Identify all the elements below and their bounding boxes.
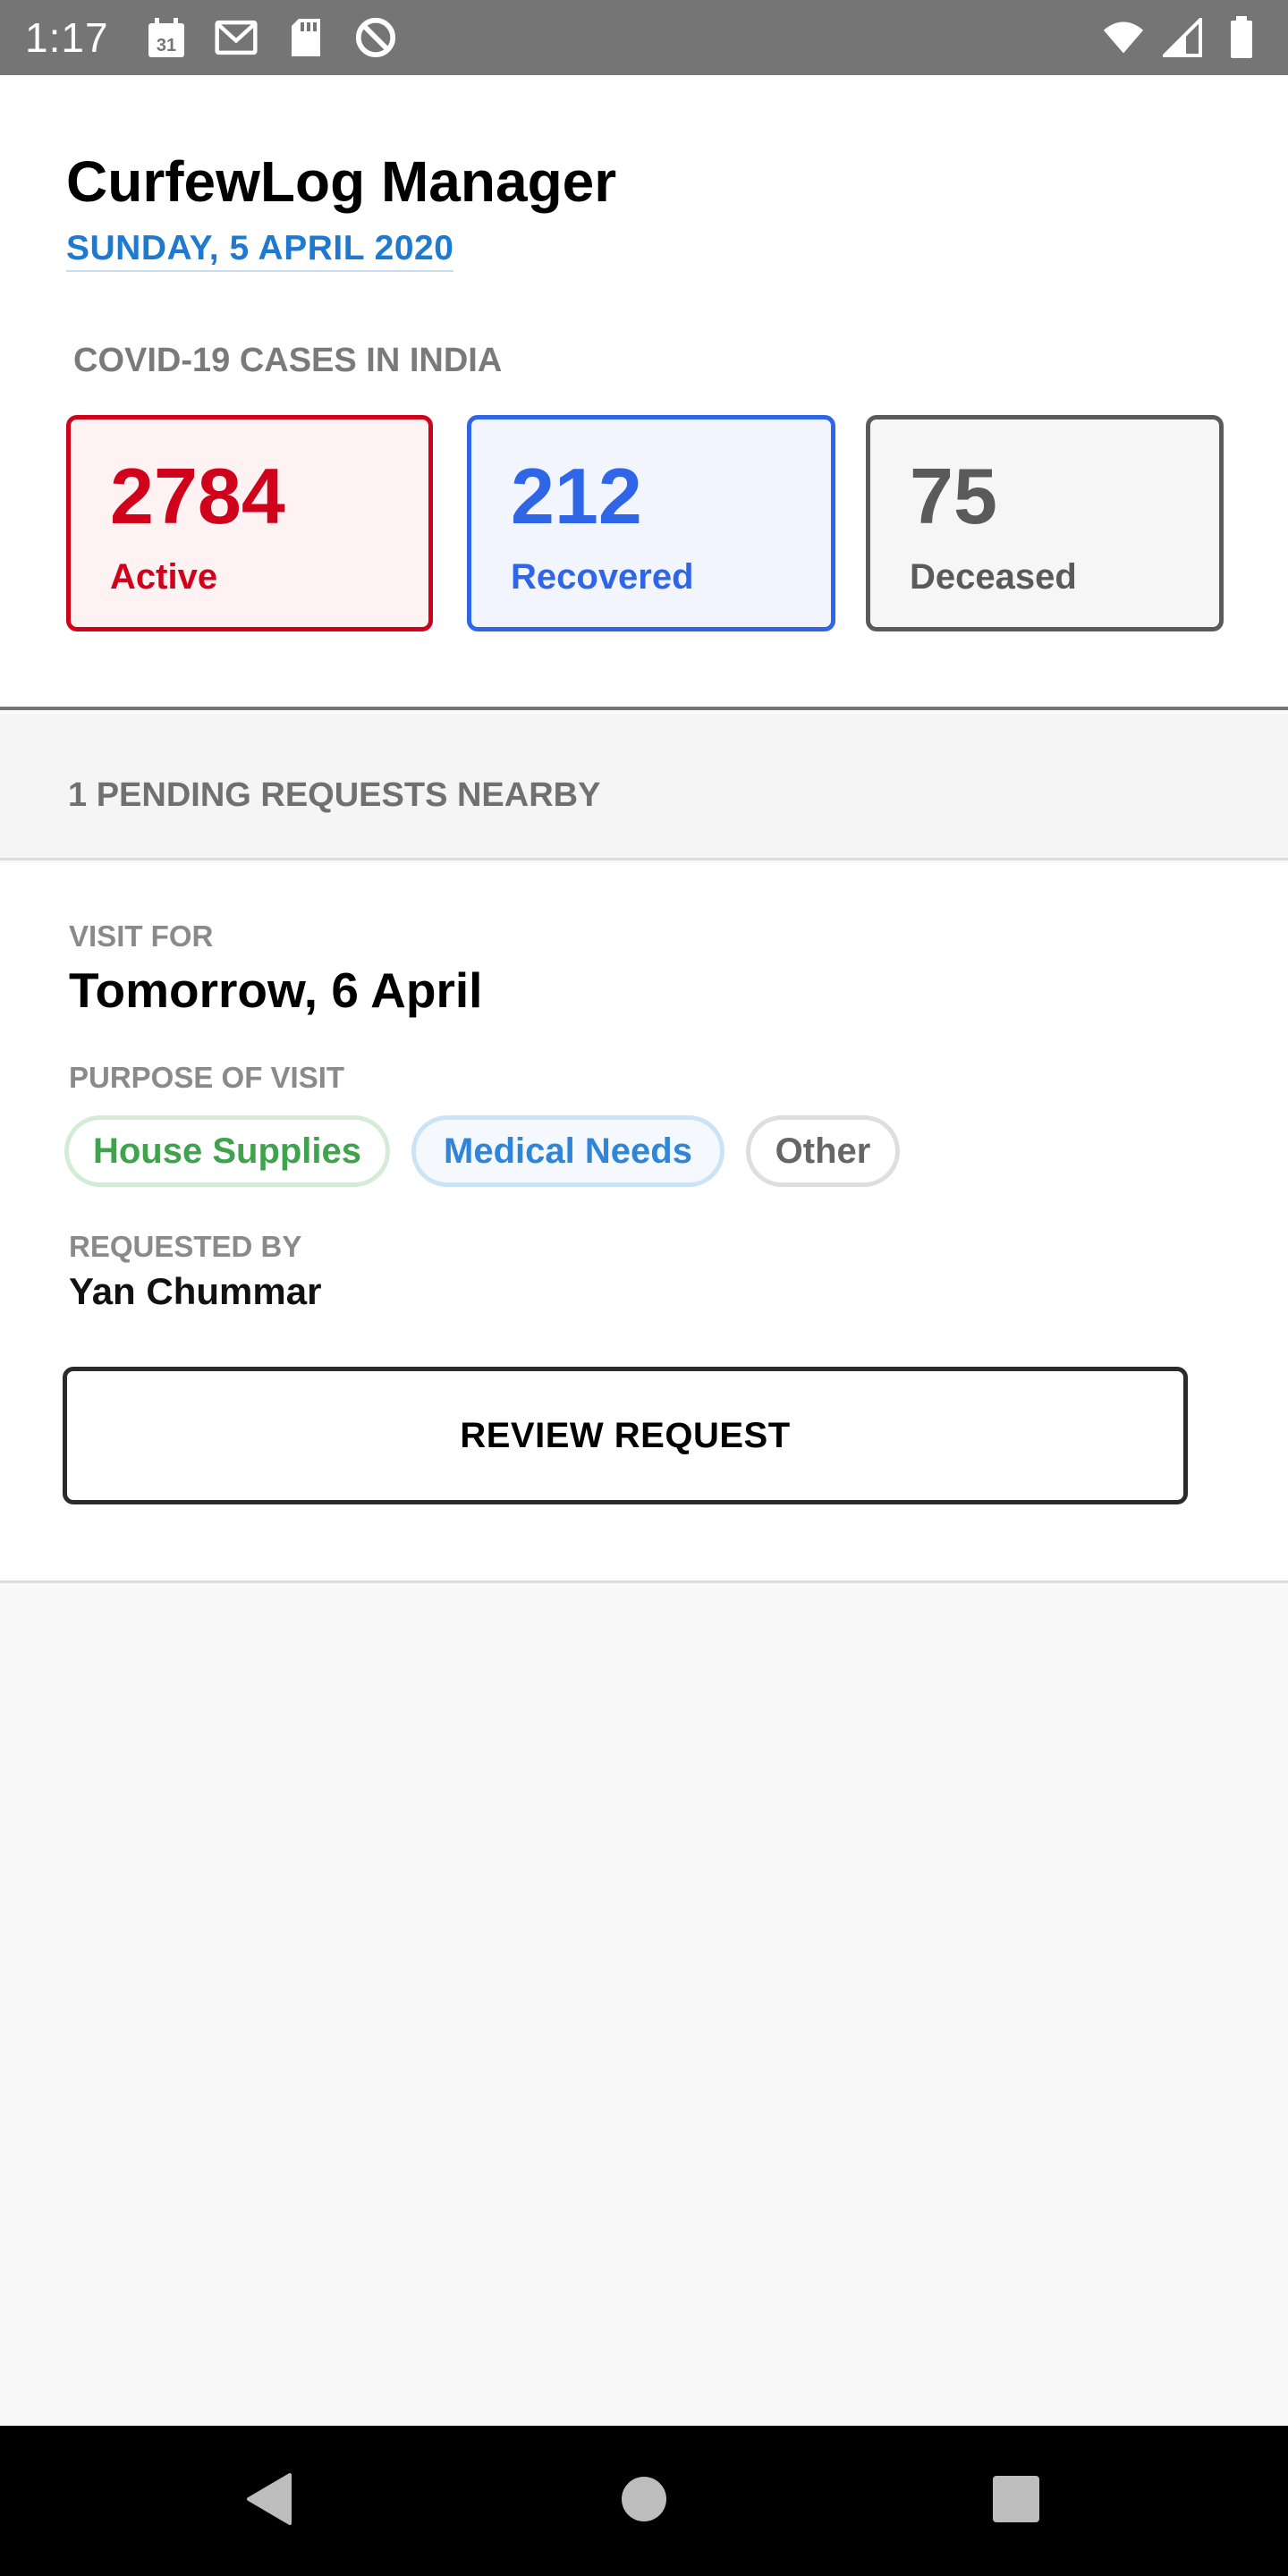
home-icon	[621, 2476, 667, 2527]
purpose-chip-medical-needs: Medical Needs	[411, 1115, 724, 1187]
status-time: 1:17	[25, 14, 109, 61]
calendar-icon: 31	[145, 16, 188, 59]
gmail-icon	[214, 16, 258, 59]
recovered-label: Recovered	[511, 557, 694, 597]
cases-title: COVID-19 CASES IN INDIA	[73, 342, 503, 379]
active-cases-card: 2784 Active	[66, 415, 433, 631]
requested-by-label: REQUESTED BY	[69, 1230, 302, 1263]
back-icon	[243, 2471, 293, 2531]
requested-by-value: Yan Chummar	[69, 1270, 322, 1312]
purpose-chip-house-supplies: House Supplies	[64, 1115, 390, 1187]
deceased-cases-card: 75 Deceased	[866, 415, 1224, 631]
sd-card-icon	[284, 16, 327, 59]
app-title: CurfewLog Manager	[66, 149, 617, 214]
system-icons	[1102, 16, 1263, 59]
deceased-label: Deceased	[910, 557, 1077, 597]
notification-icons: 31	[145, 16, 397, 59]
recovered-count: 212	[511, 452, 642, 540]
active-label: Active	[110, 557, 218, 597]
request-card: VISIT FOR Tomorrow, 6 April PURPOSE OF V…	[0, 863, 1288, 1583]
home-button[interactable]	[572, 2426, 716, 2576]
purpose-chip-other: Other	[746, 1115, 900, 1187]
pending-requests-title: 1 PENDING REQUESTS NEARBY	[68, 776, 601, 814]
wifi-icon	[1102, 16, 1145, 59]
signal-icon	[1161, 16, 1204, 59]
visit-for-value: Tomorrow, 6 April	[69, 962, 483, 1018]
header: CurfewLog Manager SUNDAY, 5 APRIL 2020 C…	[0, 75, 1288, 710]
recents-button[interactable]	[945, 2426, 1088, 2576]
back-button[interactable]	[197, 2426, 340, 2576]
navigation-bar	[0, 2426, 1288, 2576]
review-request-button[interactable]: REVIEW REQUEST	[63, 1367, 1188, 1504]
deceased-count: 75	[910, 452, 997, 540]
recovered-cases-card: 212 Recovered	[467, 415, 835, 631]
purpose-label: PURPOSE OF VISIT	[69, 1061, 345, 1094]
active-count: 2784	[110, 452, 285, 540]
do-not-disturb-icon	[354, 16, 397, 59]
recents-icon	[992, 2475, 1040, 2528]
visit-for-label: VISIT FOR	[69, 919, 214, 953]
status-bar: 1:17 31	[0, 0, 1288, 75]
pending-requests-header: 1 PENDING REQUESTS NEARBY	[0, 714, 1288, 860]
battery-icon	[1220, 16, 1263, 59]
calendar-day: 31	[156, 36, 175, 55]
date-link[interactable]: SUNDAY, 5 APRIL 2020	[66, 229, 454, 272]
